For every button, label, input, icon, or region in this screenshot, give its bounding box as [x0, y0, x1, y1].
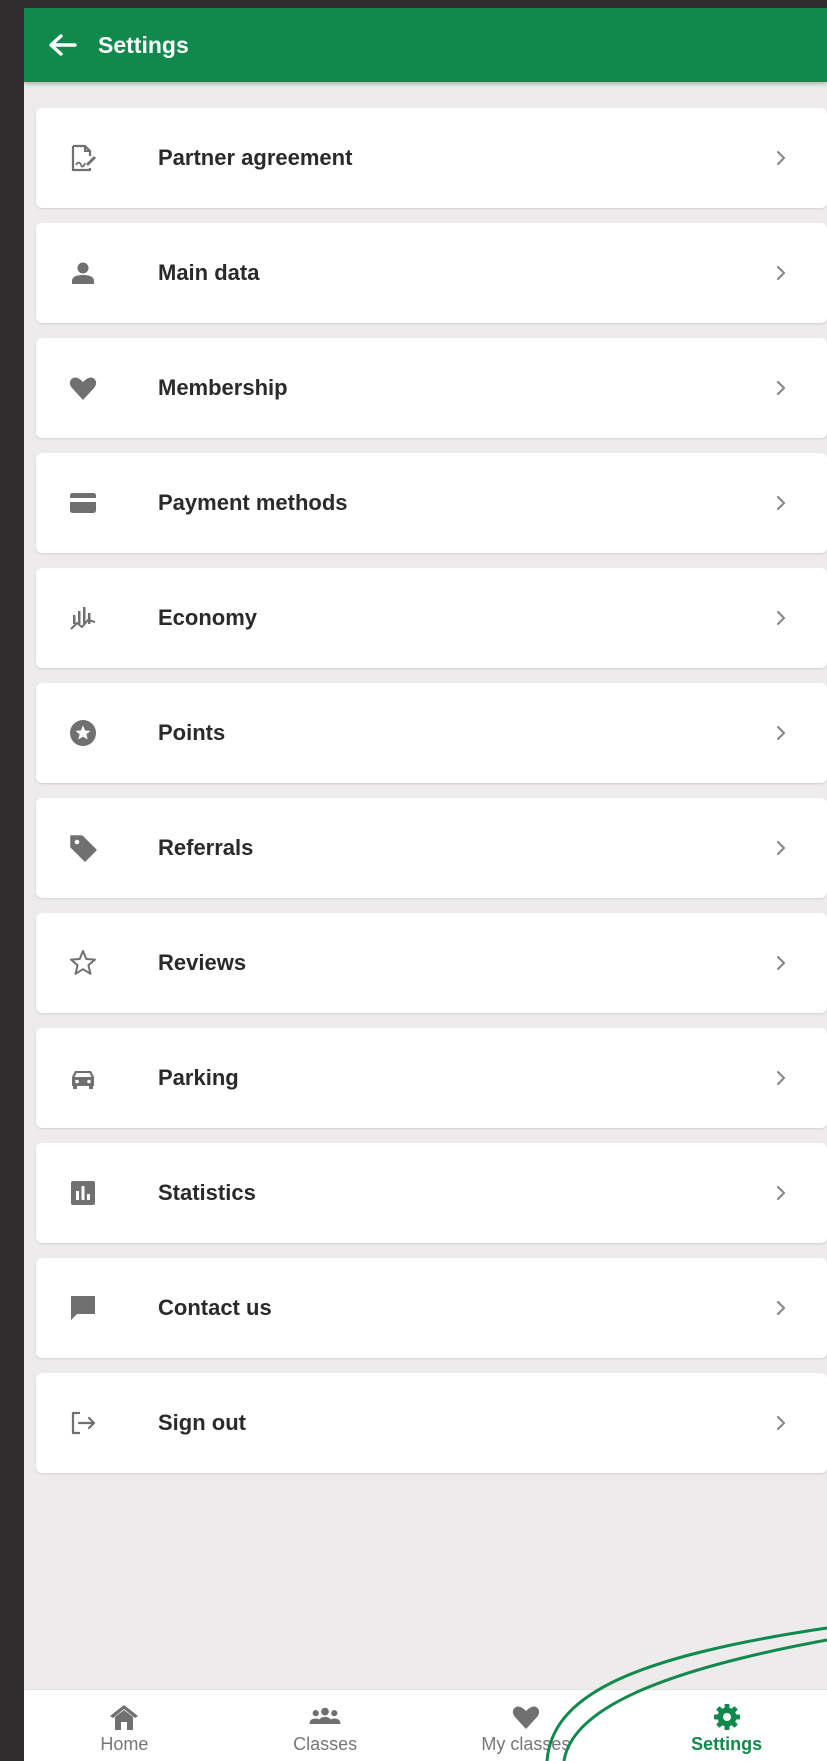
chevron-right-icon — [773, 378, 789, 398]
chevron-right-icon — [773, 1183, 789, 1203]
sign-out-icon — [68, 1408, 98, 1438]
settings-item-label: Main data — [158, 260, 260, 285]
settings-item-sign-out[interactable]: Sign out — [36, 1373, 827, 1473]
credit-card-icon — [68, 488, 98, 518]
settings-item-points[interactable]: Points — [36, 683, 827, 783]
back-button[interactable] — [42, 25, 82, 65]
settings-item-partner-agreement[interactable]: Partner agreement — [36, 108, 827, 208]
person-icon — [68, 258, 98, 288]
settings-item-membership[interactable]: Membership — [36, 338, 827, 438]
bar-chart-icon — [68, 1178, 98, 1208]
economy-chart-icon — [68, 603, 98, 633]
chat-icon — [68, 1293, 98, 1323]
arrow-left-icon — [49, 34, 77, 56]
star-outline-icon — [68, 948, 98, 978]
page-title: Settings — [98, 31, 189, 58]
settings-item-reviews[interactable]: Reviews — [36, 913, 827, 1013]
chevron-right-icon — [773, 1298, 789, 1318]
star-badge-icon — [68, 718, 98, 748]
chevron-right-icon — [773, 493, 789, 513]
settings-item-label: Parking — [158, 1065, 239, 1090]
settings-item-parking[interactable]: Parking — [36, 1028, 827, 1128]
nav-item-my-classes[interactable]: My classes — [426, 1690, 627, 1761]
settings-item-main-data[interactable]: Main data — [36, 223, 827, 323]
settings-item-label: Points — [158, 720, 226, 745]
chevron-right-icon — [773, 1413, 789, 1433]
nav-item-home[interactable]: Home — [24, 1690, 225, 1761]
nav-item-classes[interactable]: Classes — [225, 1690, 426, 1761]
settings-screen: Settings Partner agreement Main data Mem… — [24, 8, 827, 1761]
heart-icon — [509, 1702, 543, 1732]
chevron-right-icon — [773, 148, 789, 168]
chevron-right-icon — [773, 953, 789, 973]
settings-item-label: Contact us — [158, 1295, 272, 1320]
settings-item-contact-us[interactable]: Contact us — [36, 1258, 827, 1358]
gear-icon — [710, 1702, 744, 1732]
settings-item-label: Statistics — [158, 1180, 256, 1205]
settings-item-label: Payment methods — [158, 490, 348, 515]
group-icon — [308, 1702, 342, 1732]
settings-item-label: Reviews — [158, 950, 247, 975]
settings-item-payment-methods[interactable]: Payment methods — [36, 453, 827, 553]
chevron-right-icon — [773, 723, 789, 743]
settings-item-label: Partner agreement — [158, 145, 353, 170]
settings-item-referrals[interactable]: Referrals — [36, 798, 827, 898]
chevron-right-icon — [773, 263, 789, 283]
nav-label: Classes — [293, 1734, 358, 1754]
settings-item-label: Sign out — [158, 1410, 246, 1435]
bottom-navigation: Home Classes My classes Settings — [24, 1689, 827, 1761]
chevron-right-icon — [773, 608, 789, 628]
settings-list: Partner agreement Main data Membership P… — [36, 108, 827, 1488]
nav-label: Home — [100, 1734, 149, 1754]
heart-icon — [68, 373, 98, 403]
document-sign-icon — [68, 143, 98, 173]
settings-item-label: Referrals — [158, 835, 254, 860]
app-bar: Settings — [24, 8, 827, 82]
nav-item-settings[interactable]: Settings — [626, 1690, 827, 1761]
nav-label: Settings — [691, 1734, 763, 1754]
chevron-right-icon — [773, 838, 789, 858]
car-icon — [68, 1063, 98, 1093]
chevron-right-icon — [773, 1068, 789, 1088]
settings-item-label: Economy — [158, 605, 258, 630]
nav-label: My classes — [481, 1734, 571, 1754]
settings-item-label: Membership — [158, 375, 288, 400]
tag-icon — [68, 833, 98, 863]
settings-item-economy[interactable]: Economy — [36, 568, 827, 668]
home-icon — [107, 1702, 141, 1732]
settings-item-statistics[interactable]: Statistics — [36, 1143, 827, 1243]
